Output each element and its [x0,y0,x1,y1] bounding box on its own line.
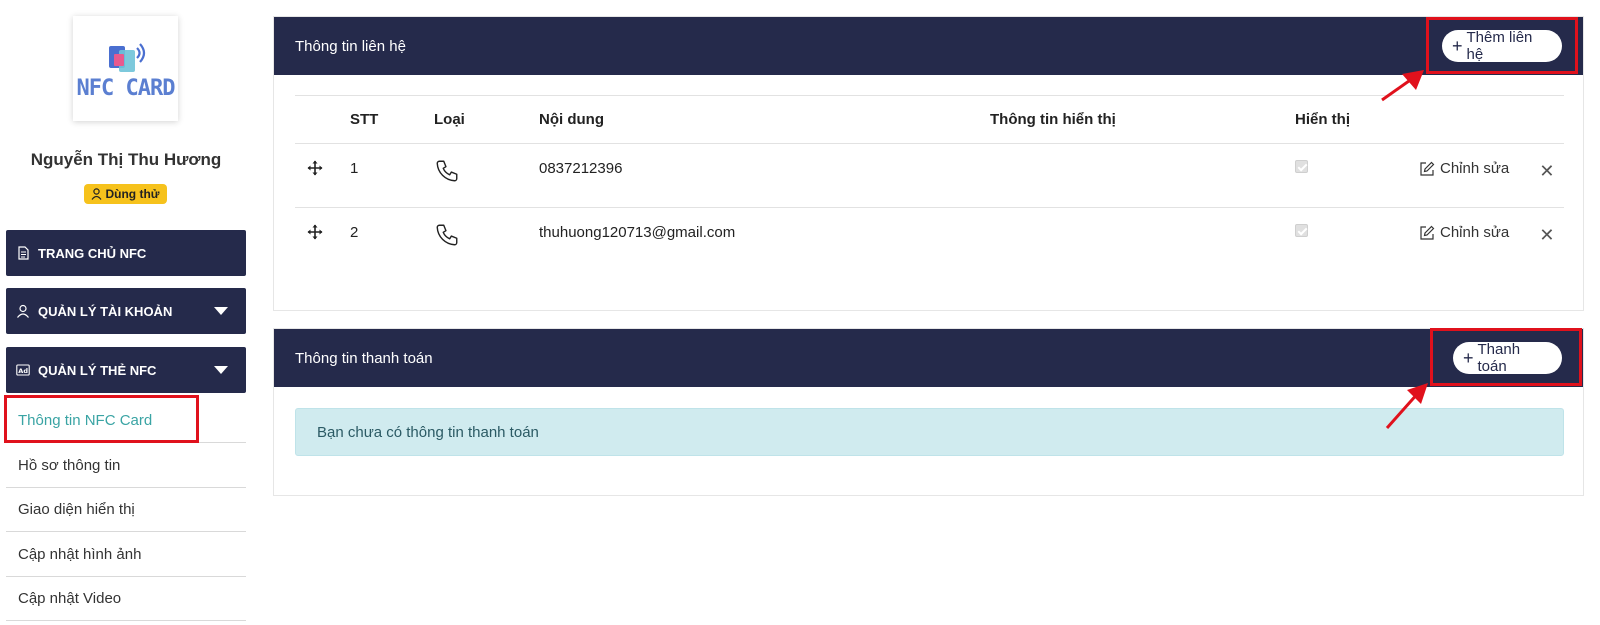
document-icon [18,246,29,260]
drag-handle[interactable] [295,143,350,208]
delete-icon[interactable]: ✕ [1539,161,1554,182]
payment-card-header: Thông tin thanh toán + Thanh toán [274,329,1583,387]
caret-down-icon [214,366,228,374]
sub-item-label: Hồ sơ thông tin [18,457,121,474]
row-visible [1295,208,1409,272]
row-type [434,208,539,272]
trial-badge: Dùng thử [84,184,167,204]
row-visible [1295,143,1409,208]
move-icon[interactable] [307,224,323,240]
sub-item-label: Cập nhật Video [18,590,122,607]
svg-text:Ad: Ad [18,367,28,375]
nav-nfc-card-management[interactable]: Ad QUẢN LÝ THẺ NFC [6,347,246,393]
col-display-info: Thông tin hiển thị [990,95,1295,144]
logo-text: NFC CARD [76,75,176,101]
nav-account-management-label: QUẢN LÝ TÀI KHOẢN [38,303,173,319]
row-display-info [990,208,1295,272]
sub-item-profile-info[interactable]: Hồ sơ thông tin [6,444,246,488]
user-name: Nguyễn Thị Thu Hương [30,150,222,169]
nav-home-nfc[interactable]: TRANG CHỦ NFC [6,230,246,276]
col-drag [295,95,350,144]
user-icon [17,304,29,318]
edit-button-label: Chỉnh sửa [1440,224,1510,241]
contact-card-title: Thông tin liên hệ [295,37,406,55]
row-content: 0837212396 [539,143,990,208]
sidebar: NFC CARD Nguyễn Thị Thu Hương Dùng thử T… [0,0,252,625]
nav-nfc-card-management-label: QUẢN LÝ THẺ NFC [38,362,157,378]
col-actions [1409,95,1564,144]
row-content: thuhuong120713@gmail.com [539,224,736,241]
edit-button[interactable]: Chỉnh sửa [1419,160,1509,177]
red-arrow-icon [1385,383,1428,429]
table-row: 1 0837212396 Chỉnh sửa ✕ [295,143,1564,208]
highlight-box-add-contact [1426,17,1578,74]
sub-item-update-images[interactable]: Cập nhật hình ảnh [6,533,246,577]
contact-card-header: Thông tin liên hệ + Thêm liên hệ [274,17,1583,75]
row-actions: Chỉnh sửa ✕ [1409,208,1564,272]
edit-icon [1420,225,1435,240]
edit-icon [1420,161,1435,176]
edit-button-label: Chỉnh sửa [1440,160,1510,177]
col-content: Nội dung [539,95,990,144]
nfc-logo-icon [108,42,145,72]
row-stt: 2 [350,224,359,241]
caret-down-icon [214,307,228,315]
row-stt: 1 [350,143,434,208]
nfc-card-logo: NFC CARD [73,16,178,121]
sub-item-update-video[interactable]: Cập nhật Video [6,577,246,621]
phone-icon [436,160,458,182]
highlight-box-nfc-card-info [4,395,199,443]
red-arrow-icon [1381,70,1424,102]
table-row: 2 thuhuong120713@gmail.com Chỉnh sửa ✕ [295,208,1564,272]
nav-account-management[interactable]: QUẢN LÝ TÀI KHOẢN [6,288,246,334]
no-payment-message: Bạn chưa có thông tin thanh toán [317,423,539,441]
visible-checkbox[interactable] [1295,224,1308,237]
edit-button[interactable]: Chỉnh sửa [1419,224,1509,241]
phone-icon [436,224,458,246]
contact-info-card: Thông tin liên hệ + Thêm liên hệ STT Loạ… [273,16,1584,311]
sub-item-label: Cập nhật hình ảnh [18,546,142,563]
col-type: Loại [434,95,539,144]
highlight-box-add-payment [1430,328,1582,386]
table-header-row: STT Loại Nội dung Thông tin hiển thị Hiể… [295,95,1564,144]
row-actions: Chỉnh sửa ✕ [1409,143,1564,208]
ad-icon: Ad [16,364,30,376]
sub-item-label: Giao diện hiển thị [18,501,135,518]
row-type [434,143,539,208]
contact-table: STT Loại Nội dung Thông tin hiển thị Hiể… [295,95,1564,272]
move-icon[interactable] [307,160,323,176]
delete-icon[interactable]: ✕ [1539,225,1554,246]
no-payment-alert: Bạn chưa có thông tin thanh toán [295,408,1564,456]
nav-home-nfc-label: TRANG CHỦ NFC [38,245,147,261]
visible-checkbox[interactable] [1295,160,1308,173]
sub-item-display-interface[interactable]: Giao diện hiển thị [6,488,246,532]
payment-card-title: Thông tin thanh toán [295,349,433,367]
col-stt: STT [350,95,434,144]
user-icon [92,188,102,200]
drag-handle[interactable] [295,208,350,272]
row-display-info [990,143,1295,208]
trial-badge-label: Dùng thử [105,187,160,201]
